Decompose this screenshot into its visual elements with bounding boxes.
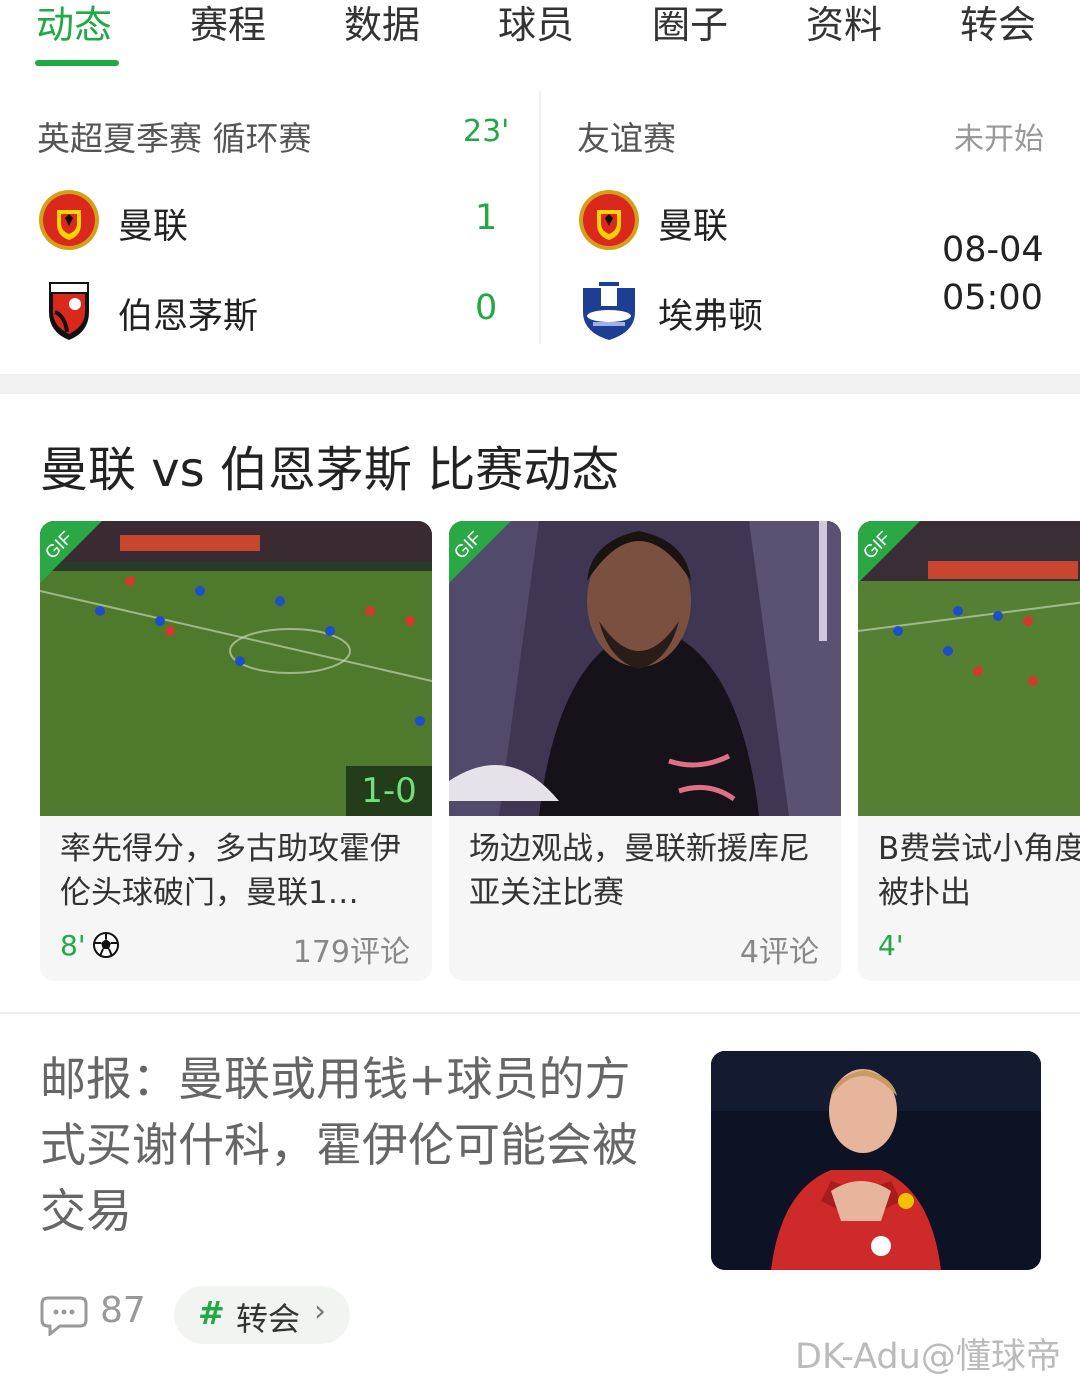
comment-count: 87: [100, 1290, 146, 1331]
tab-circle[interactable]: 圈子: [652, 0, 728, 49]
man-utd-crest-icon: [39, 190, 99, 250]
score-overlay: 1-0: [346, 766, 432, 816]
highlight-card[interactable]: GIF 场边观战，曼联新援库尼亚关注比赛 4评论: [449, 521, 841, 981]
match-time: 05:00: [942, 278, 1043, 318]
competition-name: 友谊赛: [577, 119, 676, 158]
bournemouth-crest-icon: [49, 282, 89, 340]
highlight-thumbnail: GIF 1-0: [40, 521, 432, 816]
match-minute: 23': [463, 114, 510, 149]
tab-info[interactable]: 资料: [806, 0, 882, 49]
man-utd-crest-icon: [579, 190, 639, 250]
tag-label: 转会: [236, 1300, 301, 1338]
everton-crest-icon: [583, 282, 635, 340]
card-comments: 4评论: [739, 935, 819, 970]
football-icon: [92, 932, 119, 958]
tab-schedule[interactable]: 赛程: [190, 0, 266, 49]
away-score: 0: [475, 288, 498, 328]
section-separator: [0, 374, 1080, 394]
home-score: 1: [475, 198, 498, 238]
card-comments: 179评论: [292, 935, 410, 970]
card-minute: 4': [878, 929, 904, 962]
news-thumbnail[interactable]: [711, 1051, 1041, 1270]
card-minute: 8': [60, 929, 120, 962]
match-card-upcoming[interactable]: 友谊赛 未开始 曼联 埃弗顿 08-04 05:00: [541, 90, 1080, 358]
tab-transfer[interactable]: 转会: [960, 0, 1036, 49]
hashtag-icon: #: [198, 1294, 225, 1332]
match-status: 未开始: [954, 122, 1044, 157]
highlight-carousel[interactable]: GIF 1-0 率先得分，多古助攻霍伊伦头球破门，曼联1… 8' 179评论 G…: [0, 521, 1080, 981]
active-tab-indicator: [35, 60, 119, 66]
chevron-right-icon: ›: [314, 1294, 326, 1329]
card-minute-text: 8': [60, 929, 86, 962]
home-team-name: 曼联: [658, 207, 729, 247]
section-title: 曼联 vs 伯恩茅斯 比赛动态: [40, 442, 620, 498]
tab-dongtai[interactable]: 动态: [36, 0, 112, 49]
tab-players[interactable]: 球员: [498, 0, 574, 49]
away-team-name: 埃弗顿: [658, 297, 764, 337]
highlight-card[interactable]: GIF B费尝试小角度球被扑出 4': [858, 521, 1080, 981]
news-meta: 87 # 转会 ›: [40, 1286, 740, 1344]
card-title: 场边观战，曼联新援库尼亚关注比赛: [469, 831, 810, 911]
highlight-card[interactable]: GIF 1-0 率先得分，多古助攻霍伊伦头球破门，曼联1… 8' 179评论: [40, 521, 432, 981]
competition-name: 英超夏季赛 循环赛: [37, 119, 312, 158]
news-headline[interactable]: 邮报：曼联或用钱+球员的方式买谢什科，霍伊伦可能会被交易: [40, 1046, 660, 1244]
tag-pill-transfer[interactable]: # 转会 ›: [174, 1286, 350, 1344]
highlight-thumbnail: GIF: [449, 521, 841, 816]
tab-bar: 动态 赛程 数据 球员 圈子 资料 转会: [0, 0, 1080, 70]
match-card-live[interactable]: 英超夏季赛 循环赛 23' 曼联 1 伯恩茅斯 0: [0, 90, 540, 358]
card-title: B费尝试小角度球被扑出: [878, 831, 1080, 911]
match-strip: 英超夏季赛 循环赛 23' 曼联 1 伯恩茅斯 0 友谊赛 未开始 曼联 埃弗顿…: [0, 90, 1080, 358]
highlight-thumbnail: GIF: [858, 521, 1080, 816]
section-divider: [0, 1012, 1080, 1014]
tab-stats[interactable]: 数据: [344, 0, 420, 49]
away-team-name: 伯恩茅斯: [118, 297, 259, 337]
card-title: 率先得分，多古助攻霍伊伦头球破门，曼联1…: [60, 831, 401, 911]
home-team-name: 曼联: [118, 207, 189, 247]
watermark: DK-Adu@懂球帝: [795, 1337, 1061, 1377]
comment-icon[interactable]: [40, 1294, 88, 1336]
